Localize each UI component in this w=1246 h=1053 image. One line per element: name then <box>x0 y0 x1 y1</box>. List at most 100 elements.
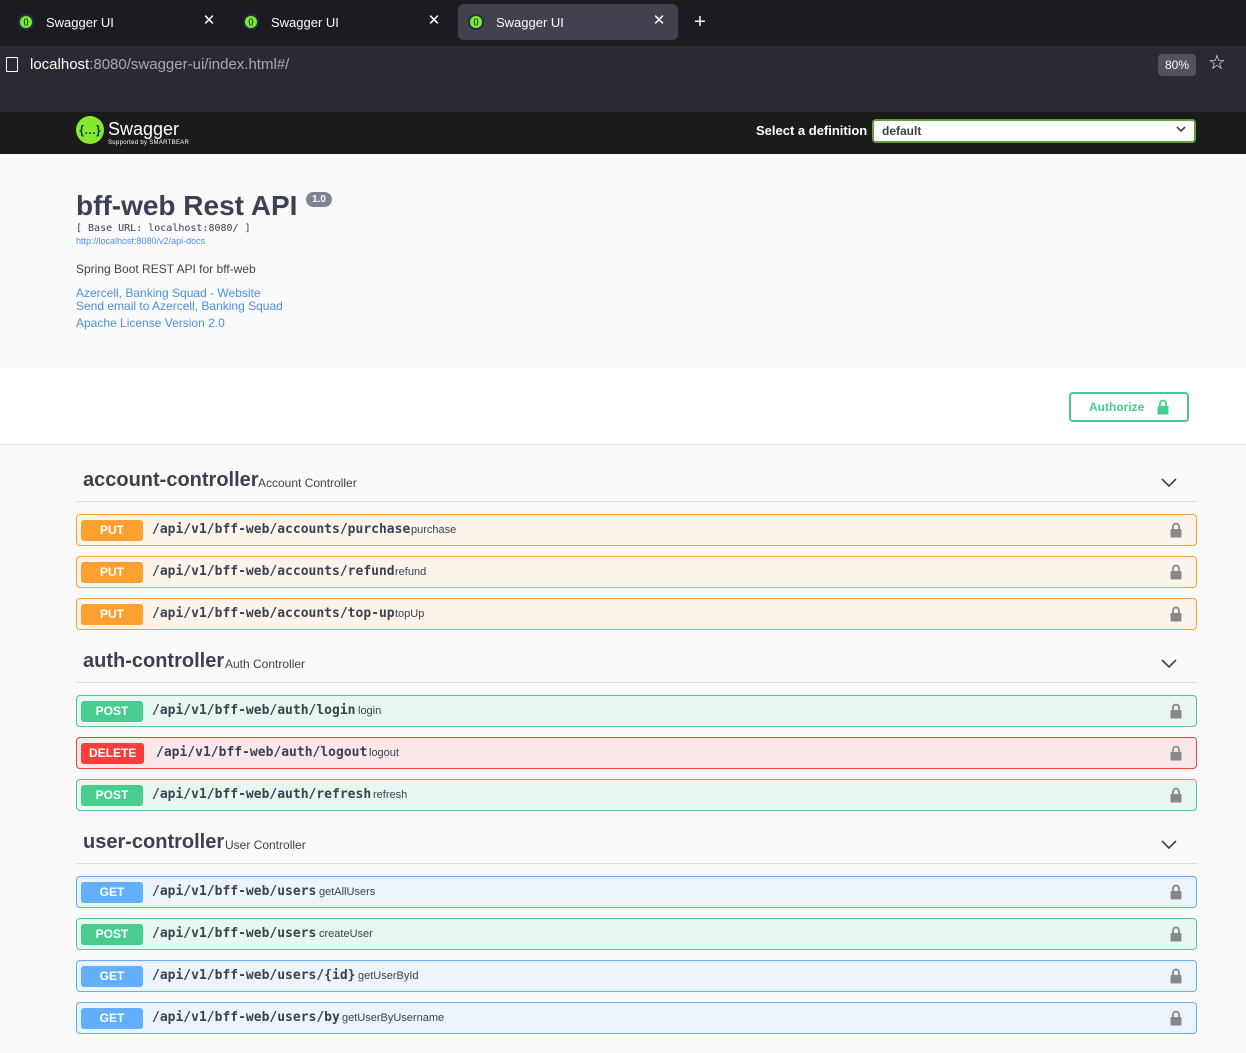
operation-summary: getUserById <box>358 970 419 982</box>
operation-row[interactable]: PUT /api/v1/bff-web/accounts/refund refu… <box>76 556 1197 588</box>
browser-tab[interactable]: {} Swagger UI ✕ <box>8 4 228 40</box>
logo-text: Swagger <box>108 119 180 139</box>
zoom-level-button[interactable]: 80% <box>1158 54 1196 76</box>
tag-name: user-controller <box>83 831 225 853</box>
method-badge: GET <box>81 882 143 903</box>
tab-title: Swagger UI <box>46 14 114 30</box>
page-icon <box>6 57 18 72</box>
lock-icon[interactable] <box>1170 968 1182 989</box>
operation-row[interactable]: POST /api/v1/bff-web/auth/login login <box>76 695 1197 727</box>
tag-account-controller[interactable]: account-controller Account Controller <box>76 464 1197 502</box>
swagger-favicon-icon: {} <box>243 14 259 30</box>
chevron-down-icon <box>1176 124 1186 137</box>
operation-summary: createUser <box>319 928 373 940</box>
operation-row[interactable]: PUT /api/v1/bff-web/accounts/top-up topU… <box>76 598 1197 630</box>
definition-label: Select a definition <box>756 123 868 138</box>
bookmark-star-icon[interactable]: ☆ <box>1206 51 1228 75</box>
operation-summary: logout <box>369 747 399 759</box>
chevron-down-icon[interactable] <box>1159 472 1179 492</box>
close-tab-icon[interactable]: ✕ <box>425 12 443 30</box>
url-text[interactable]: localhost:8080/swagger-ui/index.html#/ <box>30 56 289 73</box>
operation-row[interactable]: DELETE /api/v1/bff-web/auth/logout logou… <box>76 737 1197 769</box>
operation-path: /api/v1/bff-web/users/by <box>152 1010 340 1025</box>
email-link[interactable]: Send email to Azercell, Banking Squad <box>76 299 283 313</box>
operation-path: /api/v1/bff-web/accounts/top-up <box>152 606 395 621</box>
operation-row[interactable]: POST /api/v1/bff-web/users createUser <box>76 918 1197 950</box>
lock-icon[interactable] <box>1170 1010 1182 1031</box>
operation-summary: topUp <box>395 608 425 620</box>
close-tab-icon[interactable]: ✕ <box>200 12 218 30</box>
operation-row[interactable]: PUT /api/v1/bff-web/accounts/purchase pu… <box>76 514 1197 546</box>
browser-tab-bar: {} Swagger UI ✕ {} Swagger UI ✕ {} Swagg… <box>0 0 1246 46</box>
version-badge: 1.0 <box>306 192 332 207</box>
chevron-down-icon[interactable] <box>1159 653 1179 673</box>
tag-name: account-controller <box>83 469 259 491</box>
operation-row[interactable]: GET /api/v1/bff-web/users/{id} getUserBy… <box>76 960 1197 992</box>
tag-description: User Controller <box>225 838 306 852</box>
tag-user-controller[interactable]: user-controller User Controller <box>76 826 1197 864</box>
new-tab-button[interactable]: + <box>688 10 712 34</box>
authorize-label: Authorize <box>1089 400 1145 414</box>
swagger-topbar: {…} Swagger Supported by SMARTBEAR Selec… <box>0 112 1246 154</box>
tab-title: Swagger UI <box>496 14 564 30</box>
operation-path: /api/v1/bff-web/users <box>152 884 317 899</box>
website-link[interactable]: Azercell, Banking Squad - Website <box>76 286 261 300</box>
method-badge: PUT <box>81 604 143 625</box>
method-badge: PUT <box>81 562 143 583</box>
operation-path: /api/v1/bff-web/auth/login <box>152 703 356 718</box>
operation-path: /api/v1/bff-web/accounts/refund <box>152 564 395 579</box>
url-path: :8080/swagger-ui/index.html#/ <box>89 56 290 73</box>
method-badge: DELETE <box>81 743 145 764</box>
operation-path: /api/v1/bff-web/users/{id} <box>152 968 356 983</box>
operation-summary: refund <box>395 566 427 578</box>
api-title: bff-web Rest API <box>76 190 298 221</box>
lock-icon[interactable] <box>1170 787 1182 808</box>
license-link[interactable]: Apache License Version 2.0 <box>76 316 225 330</box>
swagger-favicon-icon: {} <box>18 14 34 30</box>
browser-tab-active[interactable]: {} Swagger UI ✕ <box>458 4 678 40</box>
method-badge: POST <box>81 785 143 806</box>
close-tab-icon[interactable]: ✕ <box>650 12 668 30</box>
lock-icon[interactable] <box>1170 703 1182 724</box>
api-info: bff-web Rest API 1.0 [ Base URL: localho… <box>0 154 1246 368</box>
lock-icon[interactable] <box>1170 745 1182 766</box>
api-description: Spring Boot REST API for bff-web <box>76 262 256 276</box>
tag-description: Account Controller <box>258 476 357 490</box>
operation-summary: purchase <box>411 524 457 536</box>
lock-icon[interactable] <box>1170 884 1182 905</box>
operation-summary: login <box>358 705 382 717</box>
operation-row[interactable]: GET /api/v1/bff-web/users/by getUserByUs… <box>76 1002 1197 1034</box>
browser-tab[interactable]: {} Swagger UI ✕ <box>233 4 453 40</box>
lock-icon <box>1157 398 1169 424</box>
definition-select[interactable]: default <box>872 119 1196 143</box>
method-badge: GET <box>81 1008 143 1029</box>
lock-icon[interactable] <box>1170 926 1182 947</box>
chevron-down-icon[interactable] <box>1159 834 1179 854</box>
operation-path: /api/v1/bff-web/accounts/purchase <box>152 522 411 537</box>
lock-icon[interactable] <box>1170 564 1182 585</box>
definition-value: default <box>882 124 922 138</box>
logo-subtitle: Supported by SMARTBEAR <box>108 140 190 146</box>
lock-icon[interactable] <box>1170 606 1182 627</box>
base-url: [ Base URL: localhost:8080/ ] <box>76 223 251 234</box>
operation-path: /api/v1/bff-web/users <box>152 926 317 941</box>
tag-auth-controller[interactable]: auth-controller Auth Controller <box>76 645 1197 683</box>
operation-row[interactable]: GET /api/v1/bff-web/users getAllUsers <box>76 876 1197 908</box>
api-docs-link[interactable]: http://localhost:8080/v2/api-docs <box>76 236 205 246</box>
address-bar[interactable]: localhost:8080/swagger-ui/index.html#/ 8… <box>0 46 1246 82</box>
tag-name: auth-controller <box>83 650 225 672</box>
operation-summary: getAllUsers <box>319 886 376 898</box>
method-badge: PUT <box>81 520 143 541</box>
authorize-button[interactable]: Authorize <box>1069 392 1189 422</box>
tab-title: Swagger UI <box>271 14 339 30</box>
tag-description: Auth Controller <box>225 657 306 671</box>
operation-row[interactable]: POST /api/v1/bff-web/auth/refresh refres… <box>76 779 1197 811</box>
swagger-favicon-icon: {} <box>468 14 484 30</box>
url-host: localhost <box>30 56 90 73</box>
method-badge: POST <box>81 701 143 722</box>
lock-icon[interactable] <box>1170 522 1182 543</box>
swagger-logo-icon[interactable]: {…} <box>76 116 104 144</box>
operation-path: /api/v1/bff-web/auth/logout <box>156 745 368 760</box>
method-badge: POST <box>81 924 143 945</box>
method-badge: GET <box>81 966 143 987</box>
